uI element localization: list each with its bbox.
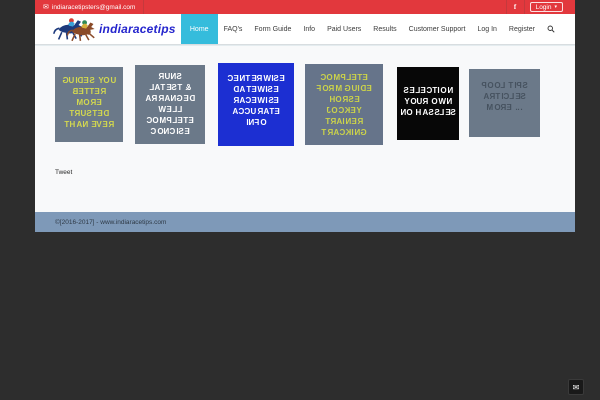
- footer: ©[2016-2017] - www.indiaracetips.com: [35, 212, 575, 232]
- contact-float-button[interactable]: ✉: [568, 379, 584, 395]
- promo-tile: SELECTION YOUR OWN NO HASSLES: [397, 67, 459, 140]
- main-content: GUIDES YOU BETTER MORE TRUSTED THAN EVER RUNS…: [35, 45, 575, 212]
- nav-item-form-guide[interactable]: Form Guide: [248, 14, 297, 44]
- copyright-text: ©[2016-2017] - www.indiaracetips.com: [55, 218, 167, 226]
- email-icon: ✉: [43, 3, 49, 11]
- nav-item-faq-s[interactable]: FAQ's: [218, 14, 249, 44]
- promo-tile: COMPLETE FORM GUIDE HORSE JOCKEY TRAINER TRAC…: [305, 64, 383, 145]
- facebook-icon[interactable]: f: [507, 0, 524, 14]
- email-link[interactable]: ✉ indiaracetipsters@gmail.com: [35, 0, 145, 14]
- nav-item-results[interactable]: Results: [367, 14, 402, 44]
- chevron-down-icon: ▾: [554, 4, 557, 10]
- brand-logo[interactable]: indiaracetips: [35, 14, 176, 44]
- nav-item-customer-support[interactable]: Customer Support: [403, 14, 472, 44]
- header: indiaracetips Home FAQ's Form Guide Info Pai…: [35, 14, 575, 45]
- search-icon[interactable]: [541, 14, 561, 44]
- nav-item-log-in[interactable]: Log In: [471, 14, 502, 44]
- topbar: ✉ indiaracetipsters@gmail.com f Login ▾: [35, 0, 575, 14]
- promo-tiles-row: GUIDES YOU BETTER MORE TRUSTED THAN EVER RUNS…: [35, 46, 575, 146]
- login-label: Login: [535, 3, 552, 11]
- login-dropdown-button[interactable]: Login ▾: [529, 2, 563, 12]
- promo-tile: RUNS LATEST & ARRANGED WELL COMPLETE CONCISE: [135, 65, 205, 144]
- brand-name: indiaracetips: [99, 22, 176, 36]
- site-container: ✉ indiaracetipsters@gmail.com f Login ▾: [35, 0, 575, 232]
- promo-tile: POOL TIPS ARTICLES MORE ...: [469, 69, 540, 137]
- promo-tile: GUIDES YOU BETTER MORE TRUSTED THAN EVER: [55, 67, 123, 142]
- contact-icon: ✉: [572, 382, 580, 392]
- promo-tile: CENTERWISE DATEWISE RACEWISE ACCURATE INFO: [218, 63, 294, 146]
- email-address: indiaracetipsters@gmail.com: [51, 3, 136, 11]
- topbar-divider: [523, 0, 525, 14]
- nav-item-info[interactable]: Info: [297, 14, 321, 44]
- horses-logo-icon: [53, 18, 96, 42]
- nav-item-register[interactable]: Register: [503, 14, 541, 44]
- tweet-link[interactable]: Tweet: [55, 169, 72, 176]
- nav-item-home[interactable]: Home: [180, 14, 218, 44]
- main-nav: Home FAQ's Form Guide Info Paid Users Results…: [180, 14, 575, 44]
- nav-item-paid-users[interactable]: Paid Users: [321, 14, 367, 44]
